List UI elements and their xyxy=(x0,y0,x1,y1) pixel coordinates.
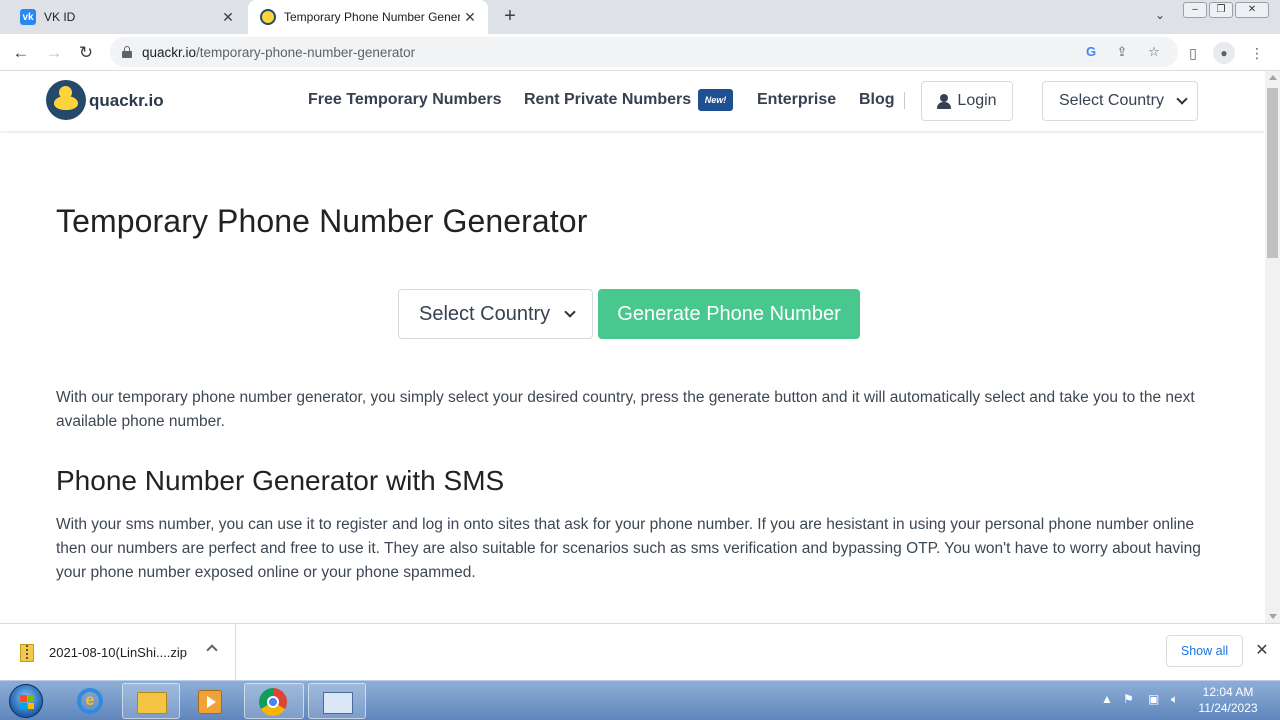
scroll-down-arrow[interactable] xyxy=(1269,614,1277,619)
google-translate-icon[interactable]: G xyxy=(1082,43,1100,61)
forward-arrow-icon[interactable]: → xyxy=(42,41,66,65)
country-select[interactable]: Select Country xyxy=(398,289,593,339)
page-scrollbar[interactable] xyxy=(1265,71,1280,623)
header-select-country[interactable]: Select Country xyxy=(1042,81,1198,121)
page-viewport: quackr.io Free Temporary Numbers Rent Pr… xyxy=(0,71,1265,623)
nav-rent-private-numbers[interactable]: Rent Private Numbers xyxy=(524,91,691,109)
bookmark-star-icon[interactable]: ☆ xyxy=(1145,43,1163,61)
download-item[interactable]: 2021-08-10(LinShi....zip xyxy=(0,624,236,681)
taskbar-app[interactable] xyxy=(308,683,366,719)
restore-button[interactable]: ❐ xyxy=(1209,2,1233,18)
scroll-up-arrow[interactable] xyxy=(1269,75,1277,80)
url-path: /temporary-phone-number-generator xyxy=(196,45,416,60)
taskbar-internet-explorer[interactable]: e xyxy=(64,683,116,719)
show-all-button[interactable]: Show all xyxy=(1166,635,1243,667)
body-paragraph: With your sms number, you can use it to … xyxy=(56,516,1201,581)
scroll-thumb[interactable] xyxy=(1267,88,1278,258)
action-center-flag-icon[interactable]: ⚑ xyxy=(1123,692,1134,706)
close-tab-icon[interactable]: ✕ xyxy=(460,9,480,26)
address-bar[interactable]: quackr.io/temporary-phone-number-generat… xyxy=(110,37,1178,67)
tab-strip: vk VK ID ✕ Temporary Phone Number Gener … xyxy=(0,0,1280,34)
vk-icon: vk xyxy=(20,9,36,25)
network-icon[interactable]: ▣ xyxy=(1148,692,1159,706)
lock-icon[interactable] xyxy=(122,46,132,58)
tab-vk-id[interactable]: vk VK ID ✕ xyxy=(8,0,246,34)
minimize-button[interactable]: – xyxy=(1183,2,1207,18)
taskbar-chrome[interactable] xyxy=(244,683,304,719)
url-domain: quackr.io xyxy=(142,45,197,60)
internet-explorer-icon: e xyxy=(77,688,103,714)
close-window-button[interactable]: ✕ xyxy=(1235,2,1269,18)
url-text[interactable]: quackr.io/temporary-phone-number-generat… xyxy=(142,45,415,60)
system-clock[interactable]: 12:04 AM 11/24/2023 xyxy=(1193,684,1263,716)
folder-icon xyxy=(137,692,167,714)
generate-phone-number-button[interactable]: Generate Phone Number xyxy=(598,289,860,339)
tab-quackr[interactable]: Temporary Phone Number Gener ✕ xyxy=(248,0,488,34)
quackr-icon xyxy=(260,9,276,25)
reload-icon[interactable]: ↻ xyxy=(74,41,98,65)
chevron-up-icon[interactable] xyxy=(206,644,218,656)
downloads-bar: 2021-08-10(LinShi....zip Show all ✕ xyxy=(0,623,1280,681)
login-label: Login xyxy=(957,92,997,109)
new-tab-button[interactable]: + xyxy=(498,5,522,29)
close-downloads-icon[interactable]: ✕ xyxy=(1252,641,1272,661)
section-heading: Phone Number Generator with SMS xyxy=(56,465,505,496)
browser-toolbar: ← → ↻ quackr.io/temporary-phone-number-g… xyxy=(0,34,1280,71)
taskbar-file-explorer[interactable] xyxy=(122,683,180,719)
nav-divider xyxy=(904,92,905,109)
chevron-down-icon xyxy=(564,306,576,318)
select-country-label: Select Country xyxy=(1059,92,1164,109)
user-icon xyxy=(937,93,952,109)
profile-avatar[interactable]: ● xyxy=(1213,42,1235,64)
taskbar-media-player[interactable] xyxy=(186,683,236,719)
quackr-logo-icon[interactable] xyxy=(46,80,86,120)
chrome-icon xyxy=(259,688,287,716)
login-button[interactable]: Login xyxy=(921,81,1013,121)
share-icon[interactable]: ⇪ xyxy=(1113,43,1131,61)
control-panel-icon xyxy=(323,692,353,714)
clock-time: 12:04 AM xyxy=(1202,685,1254,699)
media-player-icon xyxy=(198,690,222,714)
intro-paragraph: With our temporary phone number generato… xyxy=(56,389,1195,430)
tray-expand-icon[interactable]: ▲ xyxy=(1101,692,1113,706)
tab-title: Temporary Phone Number Gener xyxy=(284,10,460,24)
back-arrow-icon[interactable]: ← xyxy=(9,41,33,65)
close-tab-icon[interactable]: ✕ xyxy=(218,9,238,26)
new-badge: New! xyxy=(698,89,733,111)
chevron-down-icon[interactable]: ⌄ xyxy=(1150,8,1170,28)
nav-enterprise[interactable]: Enterprise xyxy=(757,91,836,109)
page-title: Temporary Phone Number Generator xyxy=(56,203,588,239)
chevron-down-icon xyxy=(1176,93,1188,105)
nav-blog[interactable]: Blog xyxy=(859,91,895,109)
nav-free-temporary-numbers[interactable]: Free Temporary Numbers xyxy=(308,91,502,109)
volume-muted-icon[interactable]: 🔈︎ xyxy=(1171,692,1178,707)
zip-file-icon xyxy=(20,644,34,662)
side-panel-icon[interactable]: ▯ xyxy=(1181,41,1205,65)
site-header: quackr.io Free Temporary Numbers Rent Pr… xyxy=(0,71,1265,131)
start-button[interactable] xyxy=(4,683,48,719)
windows-logo-icon xyxy=(9,684,43,718)
country-select-label: Select Country xyxy=(419,302,551,325)
logo-text[interactable]: quackr.io xyxy=(89,91,164,111)
windows-taskbar: e ▲ ⚑ ▣ 🔈︎ 12:04 AM 11/24/2023 xyxy=(0,680,1280,720)
download-file-name: 2021-08-10(LinShi....zip xyxy=(49,645,188,660)
menu-dots-icon[interactable]: ⋮ xyxy=(1245,41,1269,65)
clock-date: 11/24/2023 xyxy=(1198,701,1258,715)
tab-title: VK ID xyxy=(44,10,76,24)
